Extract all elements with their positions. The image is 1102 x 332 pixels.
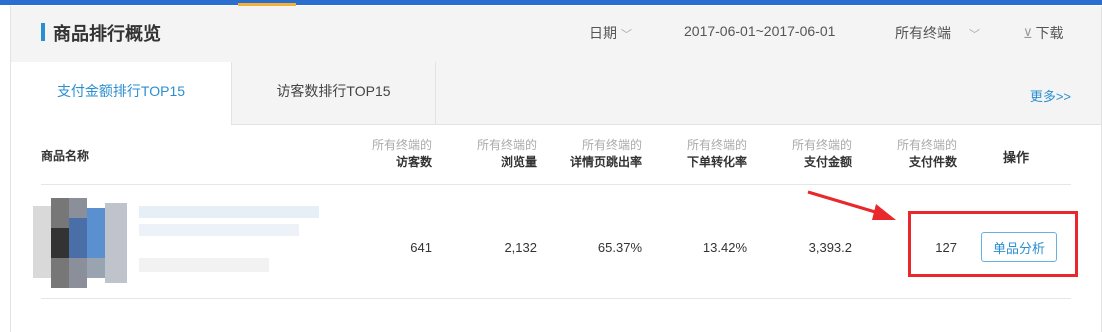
title-marker <box>41 23 45 41</box>
card-header: 商品排行概览 日期 ﹀ 2017-06-01~2017-06-01 所有终端 ﹀ ⊻… <box>11 6 1101 63</box>
column-header-action: 操作 <box>1003 150 1030 165</box>
cell-pageviews: 2,132 <box>504 240 537 255</box>
product-title-text[interactable] <box>139 224 299 236</box>
column-prefix: 所有终端的 <box>371 138 432 152</box>
top-accent-bar <box>0 0 1102 5</box>
product-ranking-card: 商品排行概览 日期 ﹀ 2017-06-01~2017-06-01 所有终端 ﹀ ⊻… <box>10 6 1102 332</box>
column-prefix: 所有终端的 <box>791 138 852 152</box>
page-title: 商品排行概览 <box>53 24 161 44</box>
ranking-tabs: 支付金额排行TOP15 访客数排行TOP15 更多>> <box>11 62 1101 125</box>
product-title-text[interactable] <box>139 206 319 218</box>
download-label: 下载 <box>1035 25 1064 41</box>
annotation-arrow-icon <box>807 190 896 220</box>
column-header-order-conversion[interactable]: 所有终端的 下单转化率 <box>687 137 747 171</box>
column-header-pageviews[interactable]: 所有终端的 浏览量 <box>477 137 537 171</box>
cell-order-conversion: 13.42% <box>702 240 747 255</box>
column-label: 浏览量 <box>500 155 537 169</box>
column-prefix: 所有终端的 <box>686 138 747 152</box>
tab-pay-amount-top15[interactable]: 支付金额排行TOP15 <box>11 62 231 125</box>
date-range-text: 2017-06-01~2017-06-01 <box>684 23 836 39</box>
download-button[interactable]: ⊻ 下载 <box>1023 23 1064 43</box>
tab-visitors-top15[interactable]: 访客数排行TOP15 <box>231 62 436 124</box>
cell-pay-amount: 3,393.2 <box>808 240 852 255</box>
column-prefix: 所有终端的 <box>581 138 642 152</box>
terminal-select[interactable]: 所有终端 ﹀ <box>895 23 980 43</box>
column-prefix: 所有终端的 <box>476 138 537 152</box>
column-label: 详情页跳出率 <box>569 155 642 169</box>
chevron-down-icon: ﹀ <box>621 29 632 41</box>
column-header-pay-items[interactable]: 所有终端的 支付件数 <box>897 137 957 171</box>
column-label: 支付件数 <box>908 155 957 169</box>
column-header-pay-amount[interactable]: 所有终端的 支付金额 <box>792 137 852 171</box>
row-divider <box>41 298 1071 299</box>
cell-bounce-rate: 65.37% <box>597 240 642 255</box>
product-thumbnail[interactable] <box>33 198 133 288</box>
column-prefix: 所有终端的 <box>896 138 957 152</box>
date-dropdown[interactable]: 日期 ﹀ <box>589 23 632 43</box>
column-header-visitors[interactable]: 所有终端的 访客数 <box>372 137 432 171</box>
date-range-picker[interactable]: 2017-06-01~2017-06-01 <box>684 23 835 39</box>
more-link[interactable]: 更多>> <box>1030 86 1071 105</box>
cell-visitors: 641 <box>410 240 432 255</box>
column-header-bounce-rate[interactable]: 所有终端的 详情页跳出率 <box>570 137 642 171</box>
annotation-highlight-box <box>908 211 1078 277</box>
column-header-product-name: 商品名称 <box>41 149 90 163</box>
terminal-value: 所有终端 <box>895 25 951 41</box>
header-divider <box>41 184 1071 185</box>
column-label: 支付金额 <box>803 155 852 169</box>
chevron-down-icon: ﹀ <box>969 29 980 41</box>
tabs-background <box>436 62 1101 124</box>
product-meta-text <box>139 258 269 272</box>
column-label: 访客数 <box>395 155 432 169</box>
date-label: 日期 <box>589 25 617 41</box>
download-icon: ⊻ <box>1023 26 1033 41</box>
column-label: 下单转化率 <box>686 155 747 169</box>
